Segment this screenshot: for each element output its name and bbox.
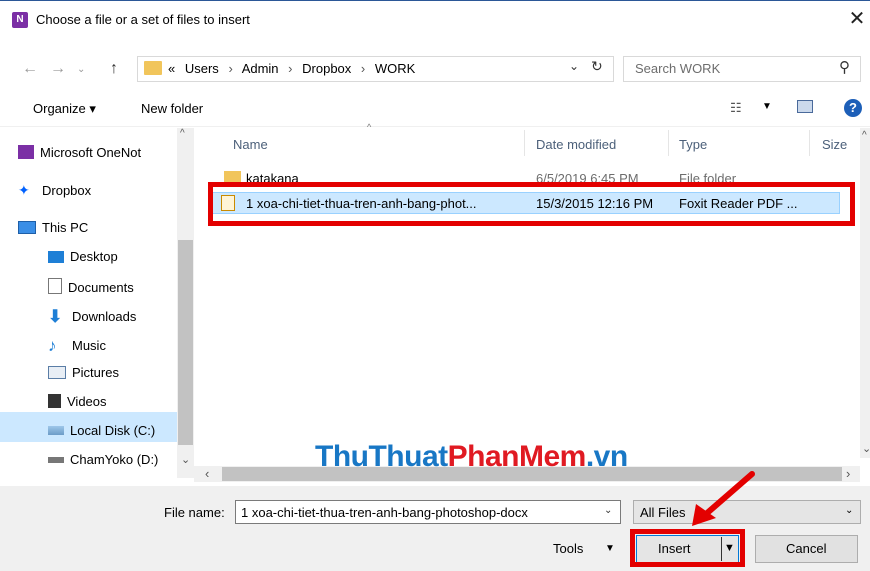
nav-item-local-disk[interactable]: Local Disk (C:) [48,423,155,451]
tools-button[interactable]: Tools [553,541,583,556]
breadcrumb-separator-icon[interactable]: › [361,61,365,76]
navigation-pane: Microsoft OneNot ✦ Dropbox This PC Deskto… [0,128,194,478]
nav-item-desktop[interactable]: Desktop [48,249,118,277]
nav-item-label: Microsoft OneNot [40,145,142,160]
preview-pane-icon[interactable] [797,100,813,113]
pictures-icon [48,366,66,379]
highlight-box [630,529,745,567]
watermark-part: ThuThuat [315,440,448,473]
nav-item-label: Downloads [72,309,137,324]
chevron-down-icon[interactable]: ⌄ [604,505,612,516]
close-button[interactable]: ✕ [846,8,868,30]
nav-item-downloads[interactable]: ⬇ Downloads [48,307,136,335]
drive-icon [48,457,64,463]
scroll-down-icon[interactable]: ⌄ [181,453,190,466]
forward-arrow-icon[interactable]: → [50,60,66,78]
watermark-part: PhanMem [447,440,587,473]
refresh-icon[interactable]: ↻ [591,58,603,75]
help-icon[interactable]: ? [844,99,862,117]
onenote-icon [18,145,34,159]
nav-item-dropbox[interactable]: ✦ Dropbox [18,182,91,210]
scroll-up-icon[interactable]: ^ [180,128,185,139]
nav-item-label: Videos [67,394,107,409]
back-arrow-icon[interactable]: ← [22,60,38,78]
sort-ascending-icon: ^ [367,122,372,132]
column-divider[interactable] [668,130,669,156]
chevron-down-icon[interactable]: ⌄ [845,505,853,516]
highlight-box [208,182,855,226]
breadcrumb-separator-icon[interactable]: › [288,61,292,76]
new-folder-button[interactable]: New folder [141,101,203,116]
column-header-type[interactable]: Type [679,137,707,152]
search-placeholder: Search WORK [635,61,721,76]
nav-item-label: Desktop [70,249,118,264]
file-name-value: 1 xoa-chi-tiet-thua-tren-anh-bang-photos… [241,505,528,520]
column-header-name[interactable]: Name [233,137,268,152]
watermark: ThuThuatPhanMem.vn [315,440,628,474]
scroll-up-icon[interactable]: ^ [862,130,867,141]
file-type-value: All Files [640,505,686,520]
scroll-left-icon[interactable]: ‹ [205,466,209,481]
view-options-icon[interactable]: ☷ [730,100,742,116]
nav-item-this-pc[interactable]: This PC [18,220,88,248]
nav-scrollbar-thumb[interactable] [178,240,193,445]
nav-item-label: Local Disk (C:) [70,423,156,438]
nav-item-videos[interactable]: Videos [48,394,107,422]
column-header-size[interactable]: Size [822,137,847,152]
nav-item-label: ChamYoko (D:) [70,452,159,467]
address-dropdown-icon[interactable]: ⌄ [569,59,579,73]
recent-dropdown-icon[interactable]: ⌄ [77,64,85,75]
nav-item-chamyoko[interactable]: ChamYoko (D:) [48,452,158,480]
view-dropdown-icon[interactable]: ▼ [762,101,772,112]
breadcrumb-separator-icon[interactable]: › [228,61,232,76]
folder-icon [144,61,162,75]
search-icon[interactable]: ⚲ [839,58,850,76]
videos-icon [48,394,61,408]
downloads-icon: ⬇ [48,307,63,326]
documents-icon [48,278,62,294]
nav-item-label: This PC [42,220,89,235]
column-header-date[interactable]: Date modified [536,137,616,152]
onenote-icon: N [12,12,28,28]
up-arrow-icon[interactable]: ↑ [110,60,118,78]
scroll-right-icon[interactable]: › [846,466,850,481]
breadcrumb-work[interactable]: WORK [375,61,415,76]
nav-item-label: Documents [68,280,134,295]
cancel-button-label: Cancel [786,541,827,556]
list-scrollbar[interactable] [860,128,870,458]
window-title: Choose a file or a set of files to inser… [36,12,250,27]
music-icon: ♪ [48,336,57,355]
file-name-label: File name: [164,505,225,520]
breadcrumb: « Users › Admin › Dropbox › WORK [168,61,421,76]
pc-icon [18,221,36,234]
desktop-icon [48,251,64,263]
nav-item-label: Dropbox [42,183,92,198]
nav-item-documents[interactable]: Documents [48,278,134,306]
nav-item-label: Pictures [72,365,119,380]
breadcrumb-admin[interactable]: Admin [242,61,279,76]
dropbox-icon: ✦ [18,182,30,198]
disk-icon [48,426,64,435]
column-divider[interactable] [809,130,810,156]
nav-item-pictures[interactable]: Pictures [48,365,119,393]
breadcrumb-overflow[interactable]: « [168,61,175,76]
annotation-arrow-icon [692,471,755,526]
nav-item-music[interactable]: ♪ Music [48,336,106,364]
scroll-down-icon[interactable]: ⌄ [862,442,870,455]
watermark-part: .vn [585,440,628,473]
tools-dropdown-icon[interactable]: ▼ [605,543,615,554]
organize-button[interactable]: Organize ▾ [33,101,96,117]
nav-item-onenote[interactable]: Microsoft OneNot [18,145,141,173]
breadcrumb-users[interactable]: Users [185,61,219,76]
nav-item-label: Music [72,338,106,353]
column-divider[interactable] [524,130,525,156]
breadcrumb-dropbox[interactable]: Dropbox [302,61,351,76]
